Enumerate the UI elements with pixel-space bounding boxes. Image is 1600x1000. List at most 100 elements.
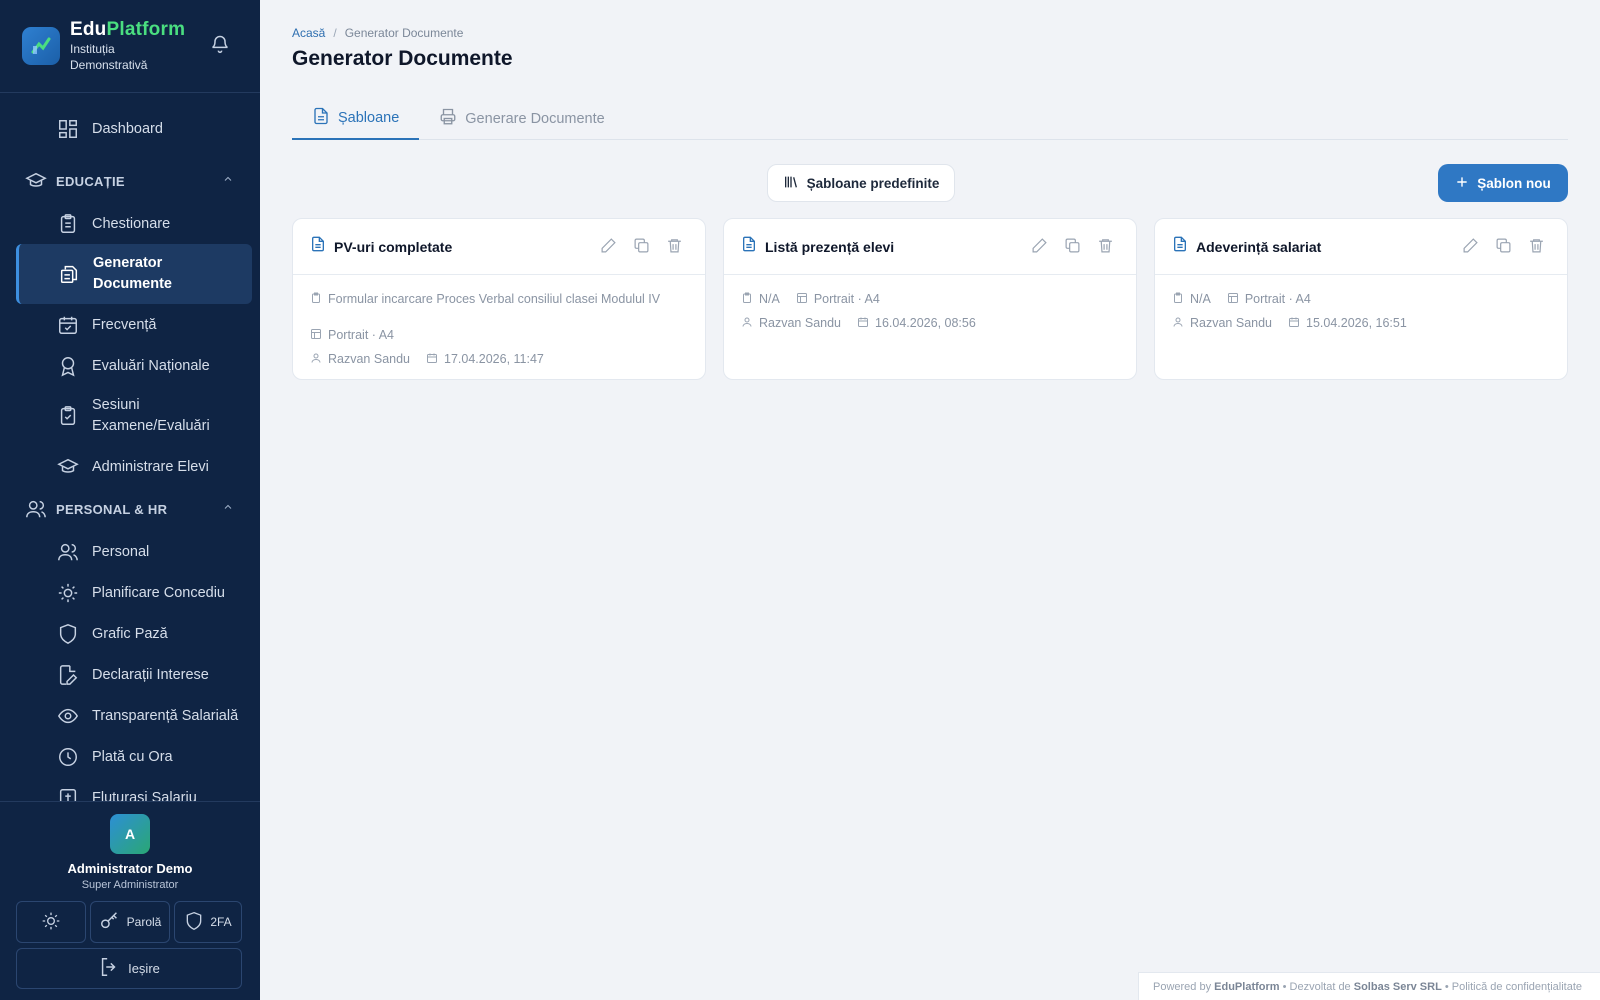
breadcrumb-home-link[interactable]: Acasă: [292, 26, 325, 40]
sidebar: EduPlatform Instituția Demonstrativă Das…: [0, 0, 260, 1000]
file-text-icon: [741, 236, 757, 257]
sidebar-item-plata-cu-ora[interactable]: Plată cu Ora: [0, 736, 260, 777]
template-description: Formular incarcare Proces Verbal consili…: [328, 292, 661, 306]
tab-bar: Șabloane Generare Documente: [292, 98, 1568, 140]
trash-icon[interactable]: [666, 237, 683, 259]
sidebar-item-sesiuni-examene[interactable]: Sesiuni Examene/Evaluări: [0, 386, 260, 446]
section-educatie[interactable]: EDUCAȚIE: [0, 159, 260, 203]
user-role: Super Administrator: [81, 879, 179, 891]
template-description: N/A: [759, 292, 780, 306]
calendar-icon: [1288, 316, 1300, 331]
password-button[interactable]: Parolă: [90, 901, 170, 943]
sidebar-item-fluturasi-salariu[interactable]: Fluturași Salariu: [0, 777, 260, 801]
template-author: Razvan Sandu: [1190, 316, 1273, 330]
template-format: Portrait · A4: [813, 292, 880, 306]
edit-icon[interactable]: [1031, 237, 1048, 259]
edit-icon[interactable]: [1462, 237, 1479, 259]
trash-icon[interactable]: [1528, 237, 1545, 259]
template-format: Portrait · A4: [328, 328, 394, 342]
copy-icon[interactable]: [1495, 237, 1512, 259]
shield-icon: [184, 911, 204, 934]
copy-icon[interactable]: [633, 237, 650, 259]
user-panel: A Administrator Demo Super Administrator…: [0, 801, 260, 1000]
file-text-icon: [1172, 236, 1188, 257]
plus-icon: [1455, 175, 1469, 192]
layout-icon: [796, 292, 808, 307]
sun-icon: [56, 581, 80, 605]
sidebar-item-grafic-paza[interactable]: Grafic Pază: [0, 613, 260, 654]
avatar[interactable]: A: [110, 814, 150, 854]
section-personal-hr[interactable]: PERSONAL & HR: [0, 487, 260, 531]
template-date: 17.04.2026, 11:47: [444, 352, 544, 366]
documents-icon: [57, 262, 81, 286]
file-edit-icon: [56, 663, 80, 687]
brand-name: EduPlatform: [70, 19, 186, 40]
layout-icon: [1227, 292, 1239, 307]
calendar-icon: [426, 352, 438, 367]
trash-icon[interactable]: [1097, 237, 1114, 259]
clipboard-icon: [1172, 292, 1184, 307]
footer-company-link[interactable]: Solbas Serv SRL: [1354, 981, 1442, 993]
template-format: Portrait · A4: [1244, 292, 1311, 306]
library-icon: [783, 174, 799, 193]
sidebar-item-declaratii-interese[interactable]: Declarații Interese: [0, 654, 260, 695]
template-author: Razvan Sandu: [328, 352, 411, 366]
template-card[interactable]: PV-uri completate Formular incarcare Pro…: [292, 218, 706, 380]
privacy-policy-link[interactable]: • Politică de confidențialitate: [1445, 981, 1582, 993]
logout-button[interactable]: Ieșire: [16, 948, 242, 989]
template-title: PV-uri completate: [334, 238, 453, 255]
brand-header: EduPlatform Instituția Demonstrativă: [0, 0, 260, 93]
copy-icon[interactable]: [1064, 237, 1081, 259]
sidebar-item-planificare-concediu[interactable]: Planificare Concediu: [0, 572, 260, 613]
new-template-button[interactable]: Șablon nou: [1438, 164, 1568, 202]
sidebar-item-generator-documente[interactable]: Generator Documente: [16, 244, 252, 304]
sidebar-item-chestionare[interactable]: Chestionare: [0, 203, 260, 244]
sidebar-item-administrare-elevi[interactable]: Administrare Elevi: [0, 446, 260, 487]
template-author: Razvan Sandu: [759, 316, 842, 330]
graduation-cap-icon: [24, 169, 48, 193]
sidebar-nav: Dashboard EDUCAȚIE Chestionare Generator…: [0, 93, 260, 801]
tab-sabloane[interactable]: Șabloane: [292, 98, 420, 140]
layout-icon: [310, 328, 322, 343]
printer-icon: [439, 108, 457, 130]
users-icon: [24, 497, 48, 521]
sidebar-item-dashboard[interactable]: Dashboard: [0, 108, 260, 149]
clipboard-icon: [741, 292, 753, 307]
logout-icon: [98, 956, 120, 981]
theme-toggle-button[interactable]: [16, 901, 86, 943]
template-card[interactable]: Adeverință salariat N/A Portrait · A4 Ra…: [1154, 218, 1568, 380]
tab-generare-documente[interactable]: Generare Documente: [419, 98, 624, 140]
shield-icon: [56, 622, 80, 646]
institution-name: Instituția Demonstrativă: [70, 42, 148, 72]
chevron-up-icon: [222, 173, 234, 188]
user-name: Administrator Demo: [67, 861, 193, 876]
template-date: 15.04.2026, 16:51: [1306, 316, 1407, 330]
file-text-icon: [312, 107, 330, 129]
breadcrumb: Acasă / Generator Documente: [292, 26, 464, 40]
user-icon: [310, 352, 322, 367]
footer-brand: EduPlatform: [1214, 980, 1280, 993]
dashboard-icon: [56, 117, 80, 141]
sidebar-item-frecventa[interactable]: Frecvență: [0, 304, 260, 345]
edit-icon[interactable]: [600, 237, 617, 259]
user-icon: [741, 316, 753, 331]
chevron-up-icon: [222, 501, 234, 516]
clipboard-icon: [56, 212, 80, 236]
clock-icon: [56, 745, 80, 769]
footer: Powered by EduPlatform • Dezvoltat de So…: [1138, 972, 1600, 1000]
sidebar-item-personal[interactable]: Personal: [0, 531, 260, 572]
template-card[interactable]: Listă prezență elevi N/A Portrait · A4 R…: [723, 218, 1137, 380]
clipboard-check-icon: [56, 404, 80, 428]
key-icon: [99, 910, 121, 935]
file-text-icon: [310, 236, 326, 257]
sidebar-item-transparenta-salariala[interactable]: Transparență Salarială: [0, 695, 260, 736]
sidebar-item-evaluari-nationale[interactable]: Evaluări Naționale: [0, 345, 260, 386]
predefined-templates-button[interactable]: Șabloane predefinite: [767, 164, 955, 202]
bell-icon[interactable]: [210, 34, 230, 59]
receipt-icon: [56, 786, 80, 801]
twofa-button[interactable]: 2FA: [174, 901, 242, 943]
main-content: Acasă / Generator Documente Generator Docu…: [260, 0, 1600, 1000]
eye-icon: [56, 704, 80, 728]
sun-icon: [41, 911, 61, 934]
template-date: 16.04.2026, 08:56: [875, 316, 976, 330]
